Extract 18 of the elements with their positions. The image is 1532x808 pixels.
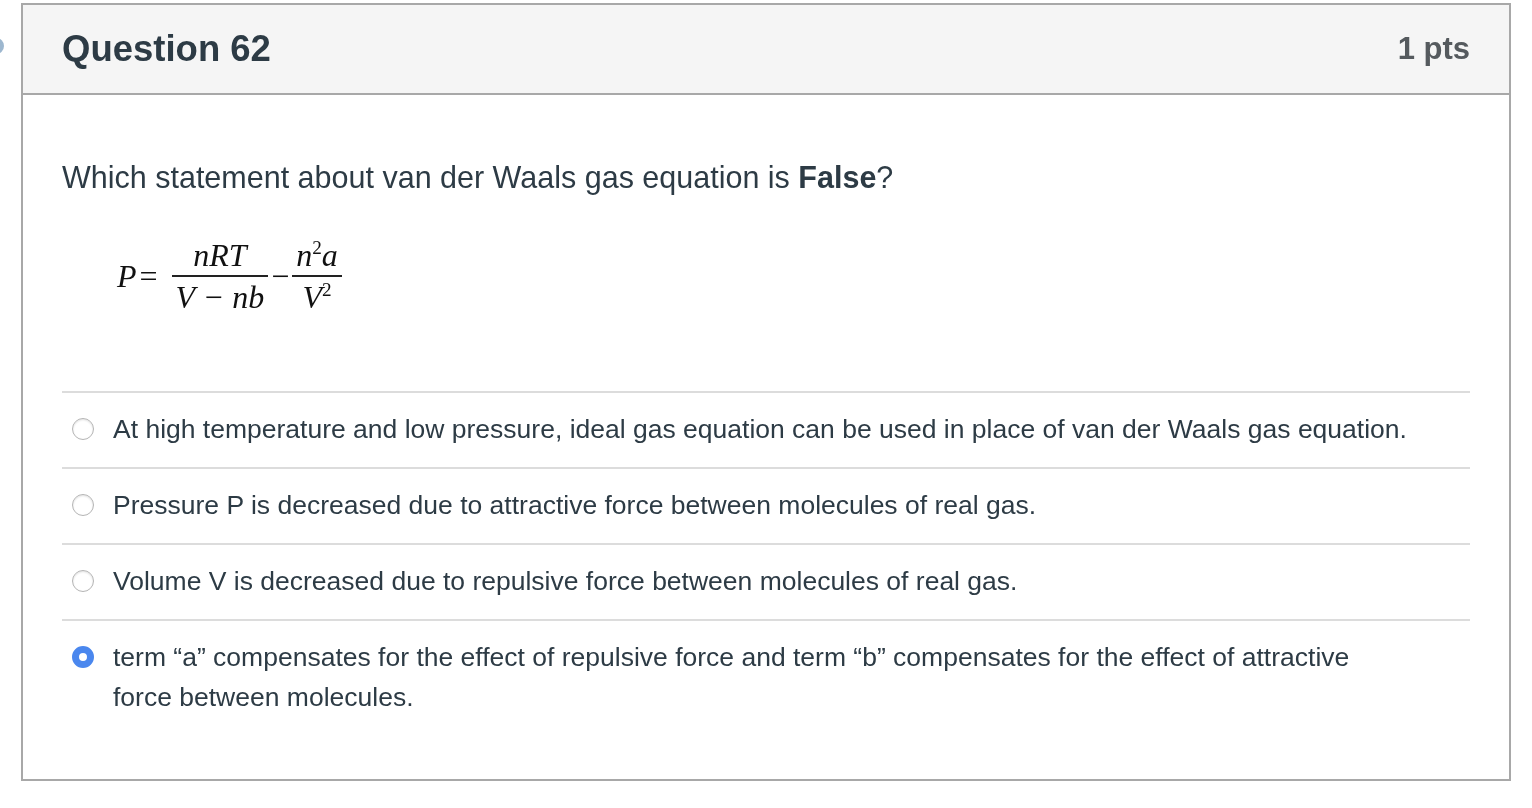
fraction-numerator: nRT	[192, 236, 250, 276]
points-label: 1 pts	[1397, 31, 1470, 67]
answer-text: Pressure P is decreased due to attractive force between molecules of real gas.	[113, 489, 1037, 522]
radio-button[interactable]	[72, 570, 94, 592]
formula-operator: −	[271, 257, 290, 295]
radio-button[interactable]	[72, 646, 94, 668]
fraction-denominator: V$^{2}$	[301, 277, 333, 317]
fraction-denominator: V − nb	[174, 277, 266, 317]
formula-variable: P	[117, 257, 137, 295]
formula-operator: =	[139, 257, 158, 295]
fraction-numerator: n$^{2}$a	[295, 235, 339, 276]
radio-button[interactable]	[72, 494, 94, 516]
answer-text: At high temperature and low pressure, ideal gas equation can be used in place of van der Waals gas equation.	[113, 413, 1407, 446]
answer-text: term “a” compensates for the effect of repulsive force and term “b” compensates for the effect of attractive force between molecules.	[113, 641, 1351, 714]
answer-text: Volume V is decreased due to repulsive force between molecules of real gas.	[113, 565, 1018, 598]
question-prompt: Which statement about van der Waals gas equation is False?	[62, 159, 895, 197]
radio-button[interactable]	[72, 418, 94, 440]
question-title: Question 62	[62, 28, 271, 70]
